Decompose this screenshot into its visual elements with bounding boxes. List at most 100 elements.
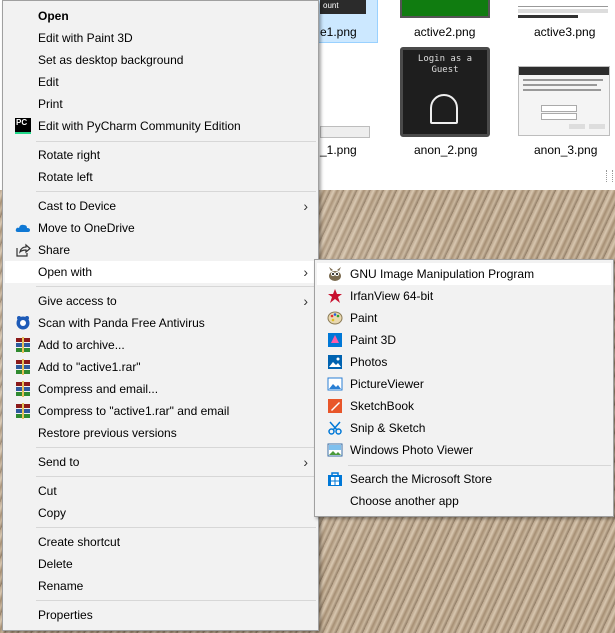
menu-item-label: Share: [38, 243, 71, 257]
menu-item-compress-email[interactable]: Compress and email...: [5, 378, 316, 400]
file-label-active3[interactable]: active3.png: [534, 25, 595, 39]
menu-item-properties[interactable]: Properties: [5, 604, 316, 626]
menu-separator: [36, 141, 316, 142]
resize-grip[interactable]: [606, 170, 613, 182]
onedrive-icon: [15, 220, 31, 236]
menu-separator: [36, 447, 316, 448]
file-label-active2[interactable]: active2.png: [414, 25, 475, 39]
menu-item-cut[interactable]: Cut: [5, 480, 316, 502]
menu-item-label: Edit with PyCharm Community Edition: [38, 119, 241, 133]
menu-item-add-to-archive[interactable]: Add to archive...: [5, 334, 316, 356]
submenu-item-sketchbook[interactable]: SketchBook: [317, 395, 611, 417]
menu-item-cast-to-device[interactable]: Cast to Device ›: [5, 195, 316, 217]
menu-item-label: Print: [38, 97, 63, 111]
menu-item-label: Compress and email...: [38, 382, 159, 396]
chevron-right-icon: ›: [303, 293, 308, 309]
menu-item-rotate-left[interactable]: Rotate left: [5, 166, 316, 188]
submenu-item-label: Windows Photo Viewer: [350, 443, 474, 457]
menu-item-restore-previous[interactable]: Restore previous versions: [5, 422, 316, 444]
menu-item-label: Add to archive...: [38, 338, 125, 352]
menu-item-label: Restore previous versions: [38, 426, 177, 440]
paint-palette-icon: [327, 310, 343, 326]
irfanview-icon: [327, 288, 343, 304]
menu-item-share[interactable]: Share: [5, 239, 316, 261]
menu-item-compress-rar-email[interactable]: Compress to "active1.rar" and email: [5, 400, 316, 422]
menu-item-print[interactable]: Print: [5, 93, 316, 115]
submenu-item-gimp[interactable]: GNU Image Manipulation Program: [317, 263, 611, 285]
context-menu: Open Edit with Paint 3D Set as desktop b…: [2, 0, 319, 631]
winrar-icon: [15, 403, 31, 419]
anon2-thumbnail-text: Login as a Guest: [417, 54, 473, 75]
submenu-item-windows-photo-viewer[interactable]: Windows Photo Viewer: [317, 439, 611, 461]
active2-thumbnail[interactable]: [400, 0, 490, 18]
menu-item-label: Rotate left: [38, 170, 93, 184]
menu-item-set-desktop-background[interactable]: Set as desktop background: [5, 49, 316, 71]
menu-item-label: Rotate right: [38, 148, 101, 162]
snip-sketch-icon: [327, 420, 343, 436]
submenu-item-label: GNU Image Manipulation Program: [350, 267, 535, 281]
winrar-icon: [15, 337, 31, 353]
menu-separator: [36, 191, 316, 192]
menu-item-edit-pycharm[interactable]: PC Edit with PyCharm Community Edition: [5, 115, 316, 137]
ghost-icon: [430, 94, 458, 124]
file-label-anon3[interactable]: anon_3.png: [534, 143, 597, 157]
menu-item-label: Compress to "active1.rar" and email: [38, 404, 230, 418]
menu-item-delete[interactable]: Delete: [5, 553, 316, 575]
submenu-item-label: Snip & Sketch: [350, 421, 426, 435]
menu-item-add-to-rar[interactable]: Add to "active1.rar": [5, 356, 316, 378]
menu-item-open[interactable]: Open: [5, 5, 316, 27]
submenu-item-snip-sketch[interactable]: Snip & Sketch: [317, 417, 611, 439]
menu-item-give-access[interactable]: Give access to ›: [5, 290, 316, 312]
submenu-item-paint[interactable]: Paint: [317, 307, 611, 329]
anon2-thumbnail[interactable]: Login as a Guest: [400, 47, 490, 137]
submenu-item-irfanview[interactable]: IrfanView 64-bit: [317, 285, 611, 307]
menu-item-label: Rename: [38, 579, 84, 593]
menu-item-edit[interactable]: Edit: [5, 71, 316, 93]
menu-item-label: Delete: [38, 557, 73, 571]
menu-item-label: Cast to Device: [38, 199, 117, 213]
menu-item-label: Move to OneDrive: [38, 221, 135, 235]
menu-item-open-with[interactable]: Open with ›: [5, 261, 316, 283]
menu-separator: [36, 600, 316, 601]
submenu-item-search-store[interactable]: Search the Microsoft Store: [317, 468, 611, 490]
panda-antivirus-icon: [15, 315, 31, 331]
chevron-right-icon: ›: [303, 198, 308, 214]
active3-thumbnail[interactable]: [518, 6, 608, 21]
submenu-item-label: PictureViewer: [350, 377, 424, 391]
menu-item-label: Edit with Paint 3D: [38, 31, 133, 45]
file-label-anon2[interactable]: anon_2.png: [414, 143, 477, 157]
open-with-submenu: GNU Image Manipulation Program IrfanView…: [314, 259, 614, 517]
menu-item-create-shortcut[interactable]: Create shortcut: [5, 531, 316, 553]
file-label-active1[interactable]: e1.png: [320, 25, 357, 39]
submenu-item-paint3d[interactable]: Paint 3D: [317, 329, 611, 351]
menu-item-scan-panda[interactable]: Scan with Panda Free Antivirus: [5, 312, 316, 334]
menu-item-send-to[interactable]: Send to ›: [5, 451, 316, 473]
submenu-item-label: Paint 3D: [350, 333, 397, 347]
menu-separator: [36, 476, 316, 477]
submenu-item-choose-another-app[interactable]: Choose another app: [317, 490, 611, 512]
pictureviewer-icon: [327, 376, 343, 392]
anon3-thumbnail[interactable]: [518, 66, 610, 136]
submenu-item-pictureviewer[interactable]: PictureViewer: [317, 373, 611, 395]
menu-item-label: Scan with Panda Free Antivirus: [38, 316, 205, 330]
active1-thumbnail[interactable]: ount: [320, 0, 366, 14]
submenu-item-label: Photos: [350, 355, 388, 369]
submenu-item-photos[interactable]: Photos: [317, 351, 611, 373]
share-icon: [15, 242, 31, 258]
photos-icon: [327, 354, 343, 370]
submenu-separator: [348, 465, 611, 466]
menu-item-edit-paint3d[interactable]: Edit with Paint 3D: [5, 27, 316, 49]
menu-item-copy[interactable]: Copy: [5, 502, 316, 524]
menu-item-label: Edit: [38, 75, 59, 89]
file-label-1[interactable]: _1.png: [320, 143, 357, 157]
menu-item-label: Cut: [38, 484, 57, 498]
chevron-right-icon: ›: [303, 264, 308, 280]
menu-separator: [36, 286, 316, 287]
submenu-item-label: Search the Microsoft Store: [350, 472, 493, 486]
file1-thumbnail[interactable]: [320, 126, 370, 138]
menu-item-rotate-right[interactable]: Rotate right: [5, 144, 316, 166]
menu-item-move-to-onedrive[interactable]: Move to OneDrive: [5, 217, 316, 239]
sketchbook-icon: [327, 398, 343, 414]
menu-item-rename[interactable]: Rename: [5, 575, 316, 597]
menu-item-label: Send to: [38, 455, 80, 469]
